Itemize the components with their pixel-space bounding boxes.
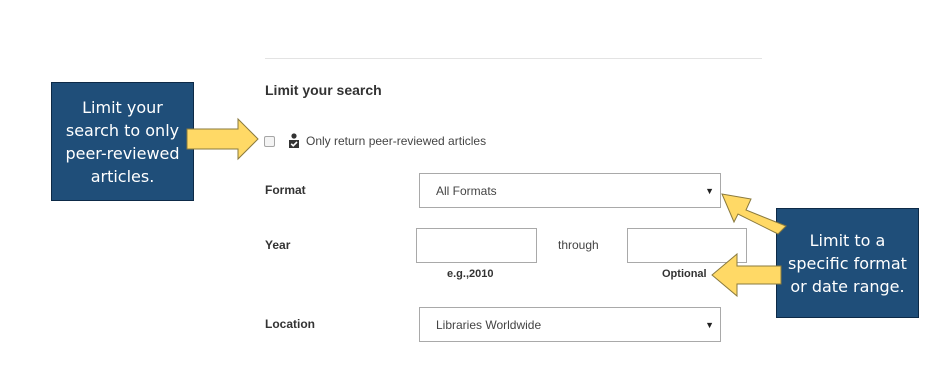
annotation-arrows	[186, 117, 787, 298]
arrow-left-icon	[711, 252, 782, 298]
arrow-up-left-icon	[721, 193, 787, 235]
arrow-right-icon	[186, 117, 259, 161]
